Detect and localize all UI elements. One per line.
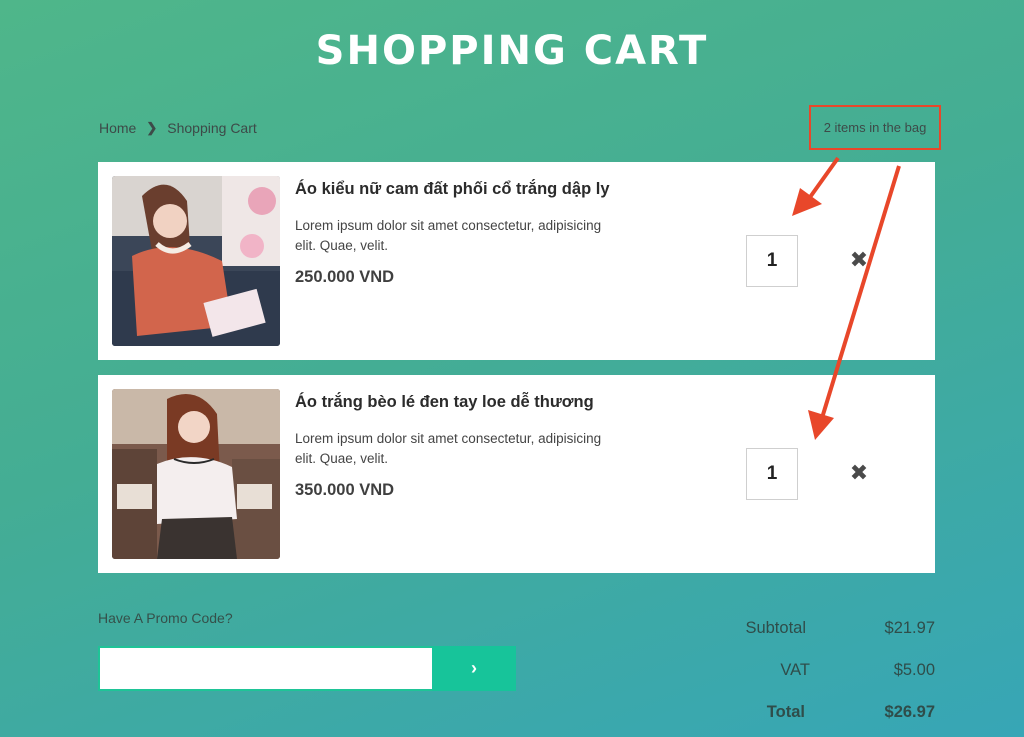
product-name[interactable]: Áo trắng bèo lé đen tay loe dễ thương: [295, 393, 594, 412]
cart-item: Áo kiểu nữ cam đất phối cổ trắng dập ly …: [98, 162, 935, 360]
breadcrumb-current: Shopping Cart: [167, 120, 257, 136]
page-title: SHOPPING CART: [315, 28, 709, 74]
cart-item: Áo trắng bèo lé đen tay loe dễ thương Lo…: [98, 375, 935, 573]
promo-code-input[interactable]: [98, 646, 432, 691]
chevron-right-icon: ›: [471, 658, 477, 678]
total-label: Total: [766, 703, 805, 721]
subtotal-value: $21.97: [884, 619, 935, 637]
quantity-input[interactable]: [746, 235, 798, 287]
product-image[interactable]: [112, 176, 280, 346]
remove-item-icon[interactable]: ✖: [848, 247, 870, 272]
remove-item-icon[interactable]: ✖: [848, 460, 870, 485]
chevron-right-icon: ❯: [146, 120, 158, 135]
product-price: 250.000 VND: [295, 268, 395, 286]
total-value: $26.97: [884, 703, 935, 721]
product-name[interactable]: Áo kiểu nữ cam đất phối cổ trắng dập ly: [295, 180, 610, 199]
product-image[interactable]: [112, 389, 280, 559]
bag-count: 2 items in the bag: [809, 105, 941, 150]
promo-label: Have A Promo Code?: [98, 610, 233, 626]
vat-label: VAT: [780, 661, 810, 679]
product-price: 350.000 VND: [295, 481, 395, 499]
vat-value: $5.00: [893, 661, 935, 679]
promo-submit-button[interactable]: ›: [432, 646, 516, 691]
subtotal-label: Subtotal: [745, 619, 806, 637]
bag-count-text: 2 items in the bag: [823, 120, 927, 135]
product-description: Lorem ipsum dolor sit amet consectetur, …: [295, 431, 602, 466]
breadcrumb: Home ❯ Shopping Cart: [99, 120, 257, 136]
breadcrumb-home-link[interactable]: Home: [99, 120, 136, 136]
quantity-input[interactable]: [746, 448, 798, 500]
product-description: Lorem ipsum dolor sit amet consectetur, …: [295, 218, 602, 253]
